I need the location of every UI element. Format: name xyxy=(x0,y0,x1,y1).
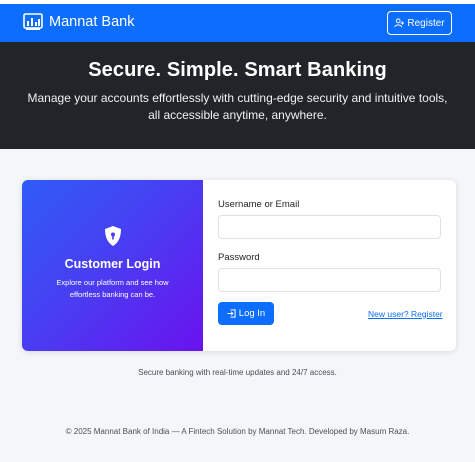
hero-title: Secure. Simple. Smart Banking xyxy=(88,59,387,81)
brand[interactable]: Mannat Bank xyxy=(23,13,134,31)
login-card: Customer Login Explore our platform and … xyxy=(22,180,456,351)
login-arrow-icon xyxy=(227,309,236,318)
new-user-register-link[interactable]: New user? Register xyxy=(368,309,443,319)
username-input[interactable] xyxy=(218,215,441,239)
login-label: Log In xyxy=(238,308,266,319)
hero-subtitle: Manage your accounts effortlessly with c… xyxy=(27,91,448,122)
footer: © 2025 Mannat Bank of India — A Fintech … xyxy=(65,427,410,436)
password-input[interactable] xyxy=(218,268,441,292)
brand-name: Mannat Bank xyxy=(49,14,135,30)
tagline: Secure banking with real-time updates an… xyxy=(138,368,337,377)
login-button[interactable]: Log In xyxy=(218,302,274,325)
register-button[interactable]: Register xyxy=(387,11,452,35)
login-card-info-panel: Customer Login Explore our platform and … xyxy=(22,180,203,351)
login-panel-description: Explore our platform and see how effortl… xyxy=(56,278,169,299)
register-label: Register xyxy=(407,17,445,29)
username-label: Username or Email xyxy=(218,199,300,210)
login-panel-title: Customer Login xyxy=(64,257,161,271)
navbar: Mannat Bank Register xyxy=(0,4,475,42)
hero: Secure. Simple. Smart Banking Manage you… xyxy=(0,42,475,149)
login-form: Username or Email Password Log In New us… xyxy=(203,180,456,351)
password-label: Password xyxy=(218,252,260,263)
shield-lock-icon xyxy=(105,226,121,246)
bank-chart-icon xyxy=(23,13,43,30)
person-add-icon xyxy=(394,18,405,28)
